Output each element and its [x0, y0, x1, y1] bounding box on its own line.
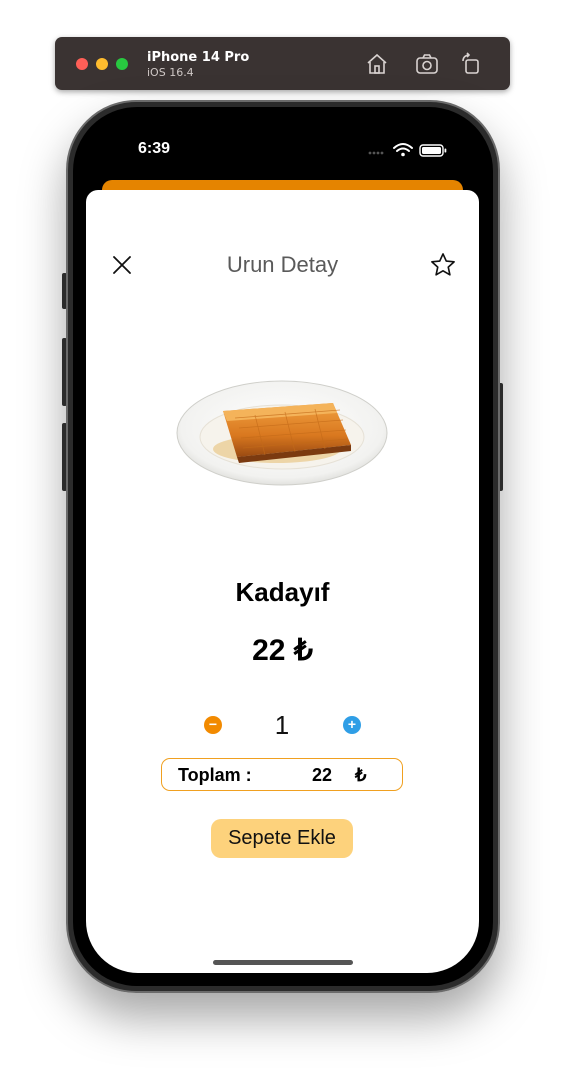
add-to-cart-button[interactable]: Sepete Ekle [211, 819, 353, 858]
product-image [175, 373, 389, 491]
total-value: 22 [312, 765, 333, 785]
os-version: iOS 16.4 [147, 66, 194, 79]
total-label: Toplam : [178, 765, 252, 785]
increase-quantity-button[interactable]: + [343, 716, 361, 734]
star-icon [431, 253, 455, 276]
status-indicators [368, 141, 448, 159]
device-name: iPhone 14 Pro [147, 50, 250, 65]
screenshot-icon[interactable] [415, 52, 439, 76]
price-value: 22 [252, 634, 286, 667]
simulator-title-bar: iPhone 14 Pro iOS 16.4 [55, 37, 510, 90]
signal-icon [368, 151, 384, 155]
minus-icon: − [208, 716, 218, 732]
home-indicator [213, 960, 353, 965]
product-name: Kadayıf [235, 577, 330, 607]
page-title: Urun Detay [226, 252, 339, 277]
home-icon[interactable] [365, 52, 389, 76]
rotate-icon[interactable] [459, 52, 483, 76]
plus-icon: + [347, 716, 357, 732]
quantity-value: 1 [274, 710, 290, 740]
price-currency: ₺ [293, 634, 313, 667]
wifi-icon [393, 143, 413, 152]
battery-icon [419, 144, 447, 157]
window-minimize-button[interactable] [96, 58, 108, 70]
favorite-button[interactable] [429, 251, 457, 279]
window-zoom-button[interactable] [116, 58, 128, 70]
product-price: 22 ₺ [0, 633, 565, 668]
status-time: 6:39 [138, 140, 171, 157]
decrease-quantity-button[interactable]: − [204, 716, 222, 734]
total-currency: ₺ [355, 765, 367, 785]
window-close-button[interactable] [76, 58, 88, 70]
total-box: Toplam : 22 ₺ [161, 758, 403, 791]
